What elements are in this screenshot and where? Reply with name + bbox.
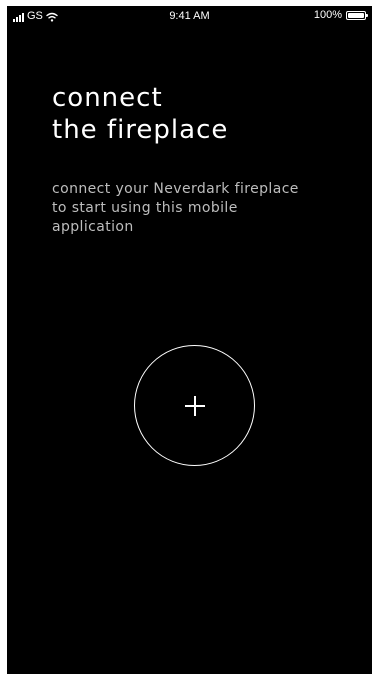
page-title: connect the fireplace	[52, 82, 228, 146]
battery-level-fill	[348, 13, 364, 18]
page-description: connect your Neverdark fireplace to star…	[52, 180, 352, 237]
plus-icon	[184, 395, 205, 416]
status-right: 100%	[313, 9, 368, 21]
status-bar: GS 9:41 AM 100%	[7, 6, 372, 28]
battery-percent: 100%	[313, 9, 342, 21]
add-fireplace-button[interactable]	[134, 345, 255, 466]
title-line-1: connect	[52, 83, 163, 113]
battery-icon	[346, 11, 368, 20]
title-line-2: the fireplace	[52, 115, 229, 145]
description-line-2: to start using this mobile	[52, 200, 238, 216]
description-line-3: application	[52, 219, 134, 235]
app-screen: GS 9:41 AM 100% connect the fireplace co…	[7, 6, 372, 674]
description-line-1: connect your Neverdark fireplace	[52, 181, 299, 197]
